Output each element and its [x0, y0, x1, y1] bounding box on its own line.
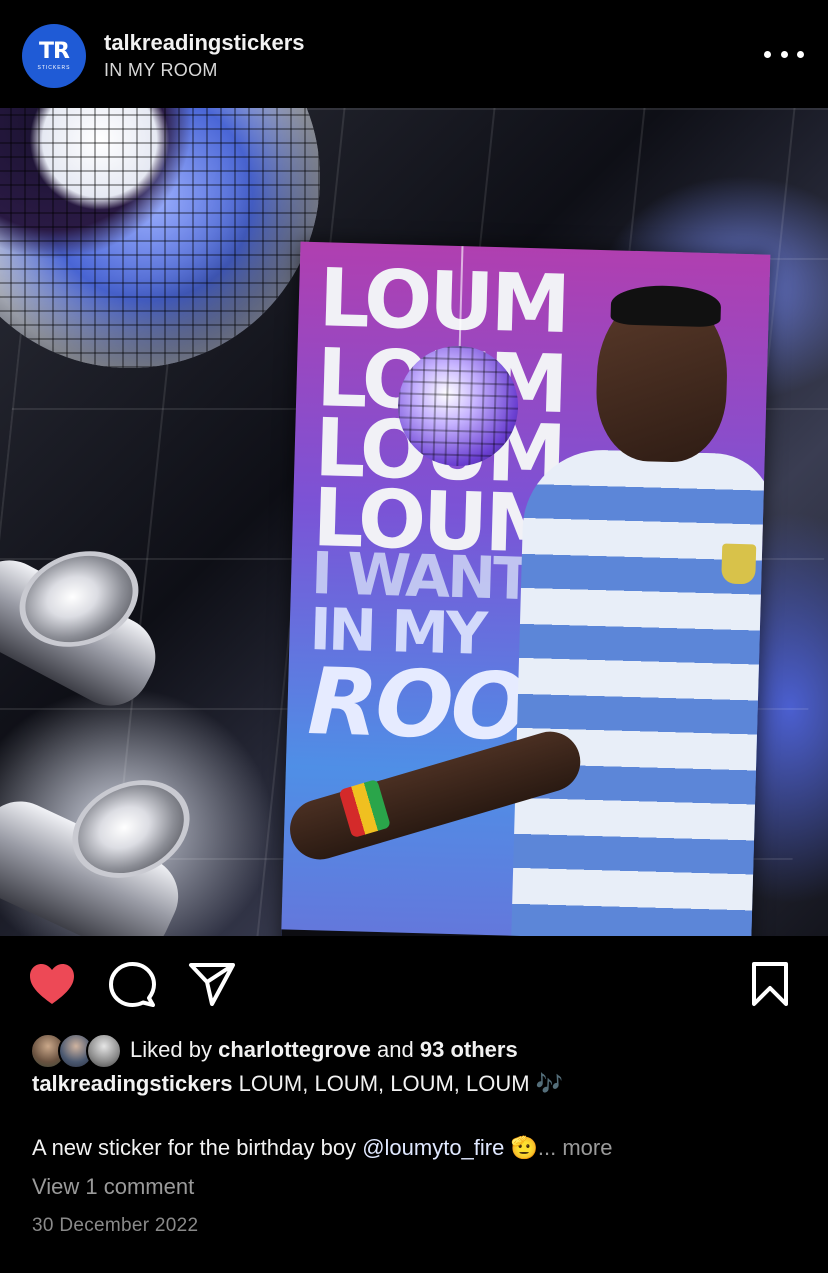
post-image[interactable]: LOUM LOUM LOUM LOUM I WANT U IN MY ROOM [0, 108, 828, 936]
post-username[interactable]: talkreadingstickers [104, 30, 305, 56]
first-liker-link[interactable]: charlottegrove [218, 1037, 371, 1062]
post-header: TR STICKERS talkreadingstickers IN MY RO… [0, 0, 828, 108]
music-notes-emoji: 🎶 [535, 1071, 564, 1096]
player-cap [610, 284, 722, 328]
caption-headline-text: LOUM, LOUM, LOUM, LOUM [238, 1071, 530, 1096]
share-icon[interactable] [188, 962, 236, 1006]
avatar-logo-sub: STICKERS [37, 65, 71, 71]
others-likes-link[interactable]: 93 others [420, 1037, 518, 1062]
avatar-logo: TR [39, 39, 70, 64]
liker-avatars [30, 1033, 122, 1069]
player-shirt [509, 447, 771, 936]
likes-joiner: and [377, 1037, 414, 1062]
likes-prefix: Liked by [130, 1037, 212, 1062]
post-timestamp: 30 December 2022 [32, 1215, 199, 1236]
like-heart-icon[interactable] [28, 962, 76, 1006]
caption-body: A new sticker for the birthday boy @loum… [32, 1132, 612, 1164]
caption-mention-link[interactable]: @loumyto_fire [362, 1135, 504, 1160]
shirt-badge [721, 543, 757, 585]
sticker-poster: LOUM LOUM LOUM LOUM I WANT U IN MY ROOM [279, 241, 771, 936]
caption-headline: talkreadingstickers LOUM, LOUM, LOUM, LO… [32, 1068, 563, 1100]
likes-text: Liked by charlottegrove and 93 others [130, 1037, 518, 1063]
salute-emoji: 🫡 [510, 1135, 538, 1160]
caption-more-link[interactable]: ... more [538, 1135, 613, 1160]
liker-avatar [86, 1033, 122, 1069]
view-comments-link[interactable]: View 1 comment [32, 1174, 194, 1200]
more-options-icon[interactable] [764, 42, 804, 66]
caption-body-text: A new sticker for the birthday boy [32, 1135, 357, 1160]
comment-icon[interactable] [108, 962, 156, 1008]
post-location[interactable]: IN MY ROOM [104, 60, 218, 81]
profile-avatar[interactable]: TR STICKERS [22, 24, 86, 88]
bookmark-icon[interactable] [746, 960, 794, 1008]
likes-summary[interactable]: Liked by charlottegrove and 93 others [30, 1032, 518, 1069]
caption-username[interactable]: talkreadingstickers [32, 1071, 233, 1096]
